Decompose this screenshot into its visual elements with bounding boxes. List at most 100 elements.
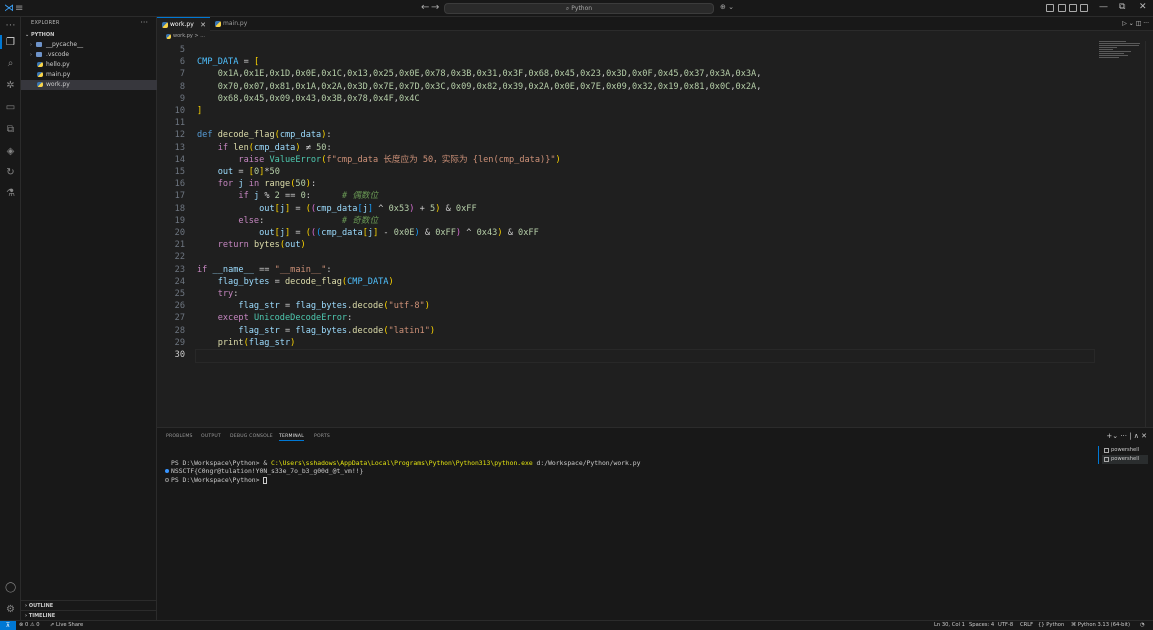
timeline-section[interactable]: › TIMELINE [21, 610, 157, 620]
toggle-panel-icon[interactable] [1069, 4, 1077, 12]
cursor-position[interactable]: Ln 30, Col 1 [934, 621, 965, 630]
workspace-folder-name: PYTHON [30, 32, 55, 38]
customize-layout-icon[interactable] [1046, 4, 1054, 12]
tree-item-label: .vscode [46, 51, 70, 58]
run-debug-icon[interactable]: ✲ [5, 80, 16, 91]
code-text: 0x68,0x45,0x09,0x43,0x3B,0x78,0x4F,0x4C [217, 93, 420, 104]
extensions-icon[interactable]: ⧉ [5, 124, 16, 135]
indentation[interactable]: Spaces: 4 [969, 621, 994, 630]
forward-arrow-icon[interactable]: → [431, 2, 439, 13]
tree-item-work-py[interactable]: work.py [21, 80, 157, 90]
outline-section[interactable]: › OUTLINE [21, 600, 157, 610]
editor-scrollbar[interactable] [1145, 41, 1153, 427]
line-number: 7 [179, 69, 185, 80]
search-icon[interactable]: ⌕ [5, 58, 16, 69]
database-icon[interactable]: ◈ [5, 146, 16, 157]
toggle-primary-sidebar-icon[interactable] [1058, 4, 1066, 12]
menu-icon[interactable]: ≡ [15, 3, 27, 14]
live-share-button[interactable]: ⇗ Live Share [50, 621, 83, 630]
testing-icon[interactable]: ⚗ [5, 188, 16, 199]
settings-icon[interactable]: ⚙ [5, 604, 16, 615]
code-text: if j % 2 == 0: # 偶数位 [238, 191, 379, 202]
copilot-icon[interactable]: ⊕ ⌄ [720, 3, 734, 11]
tree-item-main-py[interactable]: main.py [21, 70, 157, 80]
notifications-bell-icon[interactable]: ◔ [1140, 621, 1145, 630]
tab-main-py[interactable]: main.py [210, 17, 254, 31]
tab-problems[interactable]: PROBLEMS [166, 434, 193, 439]
code-text: out = [0]*50 [217, 167, 280, 177]
live-share-icon[interactable]: ↻ [5, 167, 16, 178]
line-number: 28 [174, 325, 185, 336]
code-text: except UnicodeDecodeError: [217, 313, 353, 324]
terminal-instance[interactable]: powershell [1102, 455, 1148, 464]
code-text: 0x70,0x07,0x81,0x1A,0x2A,0x3D,0x7E,0x7D,… [217, 81, 762, 92]
back-arrow-icon[interactable]: ← [421, 2, 429, 13]
line-number: 21 [174, 240, 185, 251]
tree-item-hello-py[interactable]: hello.py [21, 60, 157, 70]
line-number: 25 [174, 289, 185, 299]
code-text: print(flag_str) [217, 337, 296, 348]
tab-debug-console[interactable]: DEBUG CONSOLE [230, 434, 273, 439]
more-views-icon[interactable]: ⋯ [5, 20, 16, 31]
code-text: ] [197, 106, 203, 116]
code-editor[interactable]: 5 6 CMP_DATA = [7 0x1A,0x1E,0x1D,0x0E,0x1C… [157, 41, 1153, 427]
python-interpreter[interactable]: ⌘ Python 3.13 (64-bit) [1071, 621, 1130, 630]
code-text: raise ValueError(f"cmp_data 长度应为 50，实际为 … [238, 154, 561, 165]
editor-actions[interactable]: ▷ ⌄ ◫ ··· [1122, 20, 1149, 27]
line-number: 6 [179, 57, 185, 68]
more-actions-icon[interactable]: ··· [140, 18, 148, 27]
tree-item-pycache[interactable]: › __pycache__ [21, 40, 157, 50]
tree-item-label: main.py [46, 71, 71, 78]
close-icon[interactable]: ✕ [1139, 2, 1147, 12]
code-line[interactable]: 30 [157, 349, 1095, 364]
tab-output[interactable]: OUTPUT [201, 434, 221, 439]
python-file-icon [37, 82, 43, 87]
line-number: 9 [179, 93, 185, 104]
code-text: for j in range(50): [217, 179, 317, 190]
line-number: 5 [179, 45, 185, 55]
panel-actions[interactable]: +⌄ ··· | ∧ ✕ [1106, 432, 1147, 440]
tab-ports[interactable]: PORTS [314, 434, 330, 439]
python-exe-path: C:\Users\sshadows\AppData\Local\Programs… [271, 458, 533, 467]
minimize-icon[interactable]: — [1099, 2, 1108, 12]
breadcrumb[interactable]: work.py > ... [157, 31, 1153, 41]
selection-bar [1098, 446, 1099, 464]
close-tab-icon[interactable]: ✕ [200, 18, 206, 32]
terminal-prompt: PS D:\Workspace\Python> & [171, 458, 272, 467]
timeline-label: TIMELINE [28, 613, 56, 619]
terminal-name: powershell [1111, 447, 1140, 453]
script-arg: d:/Workspace/Python/work.py [532, 458, 641, 467]
code-text: CMP_DATA = [ [197, 57, 260, 68]
code-text: out[j] = (((cmp_data[j] - 0x0E) & 0xFF) … [259, 228, 539, 238]
language-mode[interactable]: {} Python [1038, 621, 1064, 630]
encoding[interactable]: UTF-8 [998, 621, 1013, 630]
chevron-right-icon: › [30, 52, 32, 58]
terminal-line-2: NSSCTF{C0ngr@tulation!Y0N_s33e_7o_b3_g00… [165, 467, 363, 475]
problems-indicator[interactable]: ⊗ 0 ⚠ 0 [19, 621, 40, 630]
remote-explorer-icon[interactable]: ▭ [5, 102, 16, 113]
command-center-label: Python [571, 5, 593, 12]
accounts-icon[interactable]: ◯ [5, 582, 16, 593]
terminal-output[interactable]: PS D:\Workspace\Python> & C:\Users\sshad… [165, 450, 640, 485]
end-of-line[interactable]: CRLF [1020, 621, 1033, 630]
terminal-icon [1104, 448, 1109, 453]
explorer-icon[interactable]: ❐ [5, 37, 16, 48]
minimap[interactable] [1099, 41, 1144, 71]
editor-tabs: work.py ✕ main.py ▷ ⌄ ◫ ··· [157, 17, 1153, 31]
tree-item-vscode[interactable]: › .vscode [21, 50, 157, 60]
folder-icon [36, 52, 42, 57]
workspace-folder-header[interactable]: ⌄ PYTHON [21, 31, 157, 40]
remote-indicator-icon[interactable]: ⊼ [0, 621, 16, 630]
pending-dot-icon [165, 478, 169, 483]
code-text: flag_bytes = decode_flag(CMP_DATA) [217, 276, 394, 287]
restore-icon[interactable]: ⧉ [1119, 2, 1125, 12]
terminal-instance[interactable]: powershell [1102, 446, 1148, 455]
line-number: 26 [174, 301, 185, 312]
tab-work-py[interactable]: work.py ✕ [157, 17, 210, 31]
explorer-sidebar: EXPLORER ··· ⌄ PYTHON › __pycache__ › .v… [21, 17, 157, 620]
tree-item-label: __pycache__ [46, 41, 84, 48]
toggle-secondary-sidebar-icon[interactable] [1080, 4, 1088, 12]
tab-terminal[interactable]: TERMINAL [279, 434, 304, 441]
tab-label: main.py [223, 20, 248, 27]
command-center-search[interactable]: ⌕ Python [444, 3, 714, 14]
